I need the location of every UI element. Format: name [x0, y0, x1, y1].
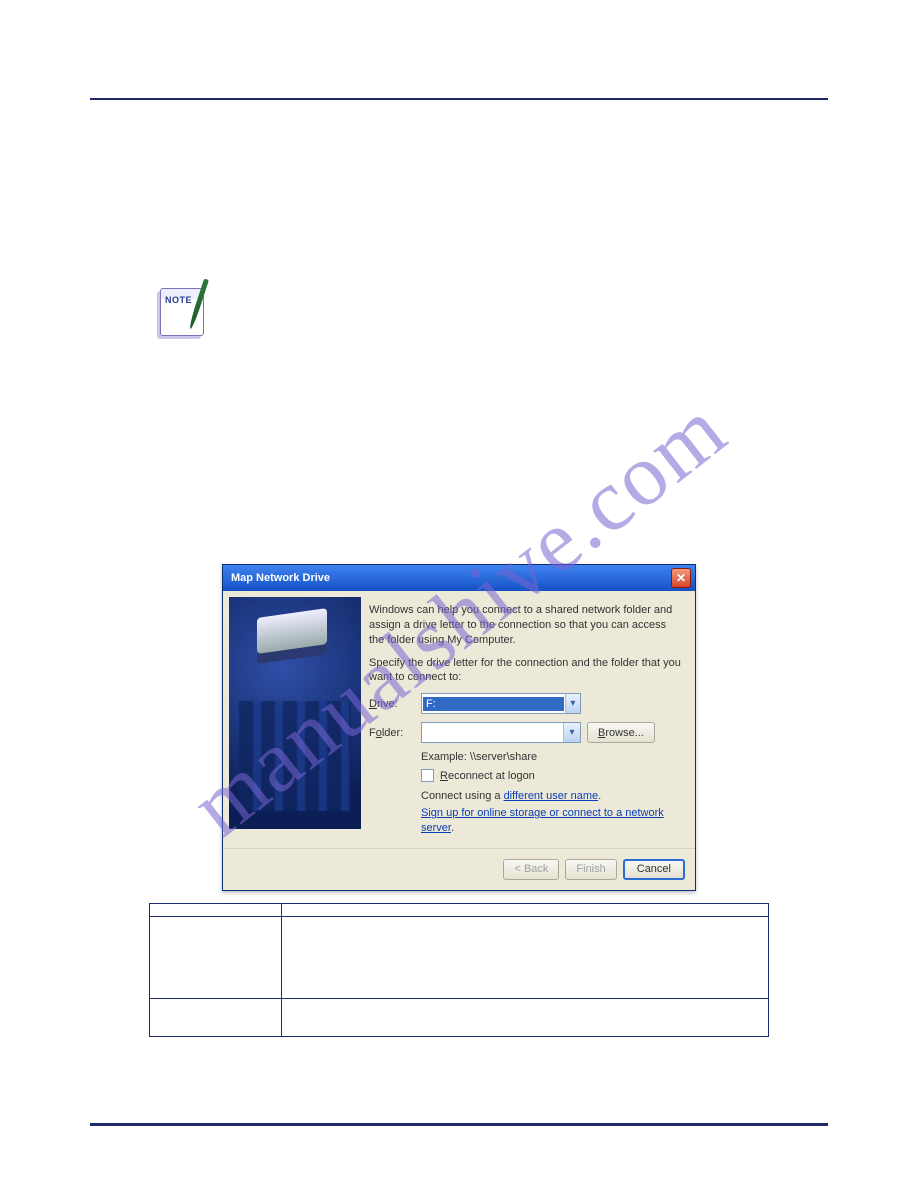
finish-button: Finish — [565, 859, 616, 880]
drive-combo[interactable]: F: ▾ — [421, 693, 581, 714]
intro-text-1: Windows can help you connect to a shared… — [369, 603, 683, 648]
back-button: < Back — [503, 859, 559, 880]
reconnect-label: Reconnect at logon — [440, 770, 535, 782]
example-text: Example: \\server\share — [421, 751, 683, 763]
table-row — [150, 903, 769, 916]
drive-value: F: — [423, 697, 564, 711]
header-rule — [90, 98, 828, 100]
map-network-drive-dialog: Map Network Drive ✕ Windows can help you… — [222, 564, 696, 891]
cancel-button[interactable]: Cancel — [623, 859, 685, 880]
signup-link[interactable]: Sign up for online storage or connect to… — [421, 807, 664, 834]
browse-button[interactable]: Browse... — [587, 722, 655, 743]
connect-using-line: Connect using a different user name. — [421, 790, 683, 802]
close-button[interactable]: ✕ — [671, 568, 691, 588]
footer-rule — [90, 1123, 828, 1126]
wizard-graphic — [229, 597, 361, 829]
chevron-down-icon[interactable]: ▾ — [565, 694, 580, 713]
table-row — [150, 916, 769, 998]
different-user-link[interactable]: different user name — [504, 790, 599, 802]
reconnect-checkbox[interactable] — [421, 769, 434, 782]
dialog-title: Map Network Drive — [231, 572, 671, 584]
folder-label: Folder: — [369, 727, 415, 739]
table-row — [150, 998, 769, 1036]
field-description-table — [149, 903, 769, 1037]
close-icon: ✕ — [676, 571, 686, 585]
dialog-titlebar[interactable]: Map Network Drive ✕ — [223, 565, 695, 591]
drive-label: Drive: — [369, 698, 415, 710]
folder-combo[interactable]: ▾ — [421, 722, 581, 743]
intro-text-2: Specify the drive letter for the connect… — [369, 656, 683, 686]
chevron-down-icon[interactable]: ▾ — [563, 723, 580, 742]
note-icon — [154, 280, 212, 342]
